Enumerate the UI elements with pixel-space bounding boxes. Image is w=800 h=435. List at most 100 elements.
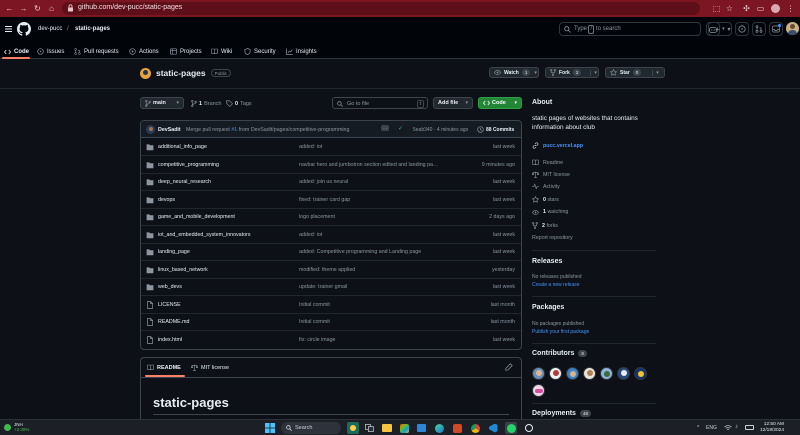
site-info-icon[interactable] <box>67 4 74 12</box>
taskbar-search-box[interactable]: Search <box>281 422 341 434</box>
create-new-button[interactable]: + ▾ <box>708 22 732 36</box>
chevron-down-icon[interactable]: ▾ <box>652 69 659 76</box>
packages-heading[interactable]: Packages <box>532 304 564 311</box>
file-commit-message[interactable]: update: trainer gmail <box>299 284 489 290</box>
volume-icon[interactable]: ♪ <box>735 424 738 430</box>
chevron-down-icon[interactable]: ▾ <box>590 69 597 76</box>
star-button[interactable]: Star 0 ▾ <box>605 67 665 78</box>
stars-link[interactable]: 0 stars <box>532 196 559 203</box>
file-commit-message[interactable]: added: iot <box>299 144 489 150</box>
clock[interactable]: 12:50 AM 12/19/2024 <box>760 422 784 434</box>
tags-link[interactable]: 0 Tags <box>226 100 252 107</box>
contributor-avatar[interactable] <box>532 367 545 380</box>
issues-icon[interactable] <box>735 22 749 36</box>
repo-link[interactable]: static-pages <box>75 26 110 32</box>
owner-link[interactable]: dev-pucc <box>38 26 62 32</box>
tab-pull-requests[interactable]: Pull requests <box>74 44 119 59</box>
repo-name[interactable]: static-pages <box>156 68 206 78</box>
file-row[interactable]: deep_neural_research added: join us neura… <box>141 174 521 191</box>
file-commit-message[interactable]: modified: theme applied <box>299 267 489 273</box>
github-logo-icon[interactable] <box>17 22 31 36</box>
add-file-button[interactable]: Add file ▾ <box>433 97 473 109</box>
file-row[interactable]: landing_page added: Competitive programmi… <box>141 244 521 261</box>
file-row[interactable]: web_devs update: trainer gmail last week <box>141 279 521 296</box>
branches-link[interactable]: 1 Branch <box>191 100 222 107</box>
edit-pencil-icon[interactable] <box>505 363 513 371</box>
input-language[interactable]: ENG <box>706 425 717 431</box>
file-name-link[interactable]: README.md <box>158 319 190 325</box>
contributor-avatar[interactable] <box>583 367 596 380</box>
global-search-input[interactable]: Type / to search <box>559 22 701 36</box>
file-name-link[interactable]: game_and_mobile_development <box>158 214 235 220</box>
file-explorer-icon[interactable] <box>381 422 393 434</box>
file-row[interactable]: competitive_programming navbar hero and j… <box>141 157 521 174</box>
branch-select-button[interactable]: main ▾ <box>140 97 184 109</box>
code-button[interactable]: Code ▾ <box>478 97 522 109</box>
chatgpt-icon[interactable] <box>523 422 535 434</box>
hamburger-menu-icon[interactable] <box>3 22 13 35</box>
contributor-avatar[interactable] <box>566 367 579 380</box>
contributor-avatar[interactable] <box>549 367 562 380</box>
tab-projects[interactable]: Projects <box>170 44 202 59</box>
forks-link[interactable]: 2 forks <box>532 222 558 229</box>
file-row[interactable]: game_and_mobile_development logo placemen… <box>141 209 521 226</box>
activity-link[interactable]: Activity <box>532 183 560 190</box>
tab-readme[interactable]: README <box>147 364 181 371</box>
edge-icon[interactable] <box>433 422 445 434</box>
fork-button[interactable]: Fork 2 ▾ <box>545 67 599 78</box>
forward-icon[interactable]: → <box>18 3 29 14</box>
file-row[interactable]: iot_and_embedded_system_innovators added:… <box>141 227 521 244</box>
reload-icon[interactable]: ↻ <box>32 3 43 14</box>
publish-package-link[interactable]: Publish your first package <box>532 329 589 335</box>
address-bar[interactable]: github.com/dev-pucc/static-pages <box>62 2 700 15</box>
readme-link[interactable]: Readme <box>532 159 563 166</box>
file-row[interactable]: README.md Initial commit last month <box>141 314 521 331</box>
commit-message[interactable]: Merge pull request #1 from DevSadit/page… <box>186 127 349 133</box>
file-name-link[interactable]: iot_and_embedded_system_innovators <box>158 232 250 238</box>
file-name-link[interactable]: index.html <box>158 337 182 343</box>
go-to-file-input[interactable]: Go to file t <box>332 97 428 109</box>
tab-wiki[interactable]: Wiki <box>211 44 232 59</box>
task-view-icon[interactable] <box>363 422 375 434</box>
contributor-avatar[interactable] <box>600 367 613 380</box>
license-link[interactable]: MIT license <box>532 171 570 178</box>
profile-avatar-icon[interactable] <box>770 3 781 14</box>
report-repository-link[interactable]: Report repository <box>532 235 573 241</box>
tab-strip-icon[interactable]: ▭ <box>755 3 766 14</box>
contributor-avatar[interactable] <box>634 367 647 380</box>
file-name-link[interactable]: landing_page <box>158 249 190 255</box>
office-icon[interactable] <box>451 422 463 434</box>
commit-expand-button[interactable]: ... <box>381 125 390 131</box>
contributor-avatar[interactable] <box>532 384 545 397</box>
vscode-icon[interactable] <box>487 422 499 434</box>
watch-button[interactable]: Watch 1 ▾ <box>489 67 539 78</box>
file-commit-message[interactable]: added: Competitive programming and Landi… <box>299 249 489 255</box>
bookmark-star-icon[interactable]: ☆ <box>724 3 735 14</box>
file-commit-message[interactable]: navbar hero and jumbotron section edited… <box>299 162 489 168</box>
file-name-link[interactable]: devops <box>158 197 175 203</box>
commit-author[interactable]: DevSadit <box>158 127 181 133</box>
file-commit-message[interactable]: fixed: trainer card gap <box>299 197 489 203</box>
deployments-header[interactable]: Deployments 48 <box>532 410 591 417</box>
weather-widget[interactable]: JNH +3.39% <box>4 422 29 432</box>
file-row[interactable]: devops fixed: trainer card gap last week <box>141 192 521 209</box>
homepage-link[interactable]: pucc.vercel.app <box>532 142 583 149</box>
wifi-icon[interactable] <box>724 425 732 431</box>
home-icon[interactable]: ⌂ <box>46 3 57 14</box>
extensions-icon[interactable]: ✣ <box>741 3 752 14</box>
check-icon[interactable]: ✓ <box>398 125 403 132</box>
tab-license[interactable]: MIT license <box>191 364 229 371</box>
file-commit-message[interactable]: Initial commit <box>299 302 489 308</box>
file-name-link[interactable]: linux_based_network <box>158 267 208 273</box>
screenshot-icon[interactable]: ⬚ <box>711 3 722 14</box>
file-row[interactable]: index.html fix: circle image last week <box>141 332 521 349</box>
whatsapp-icon[interactable] <box>505 422 517 434</box>
tab-security[interactable]: Security <box>244 44 276 59</box>
file-commit-message[interactable]: added: iot <box>299 232 489 238</box>
photos-icon[interactable] <box>398 422 410 434</box>
file-name-link[interactable]: deep_neural_research <box>158 179 211 185</box>
file-row[interactable]: additional_info_page added: iot last week <box>141 139 521 156</box>
file-name-link[interactable]: LICENSE <box>158 302 181 308</box>
file-commit-message[interactable]: logo placement <box>299 214 489 220</box>
user-avatar[interactable] <box>786 22 799 35</box>
